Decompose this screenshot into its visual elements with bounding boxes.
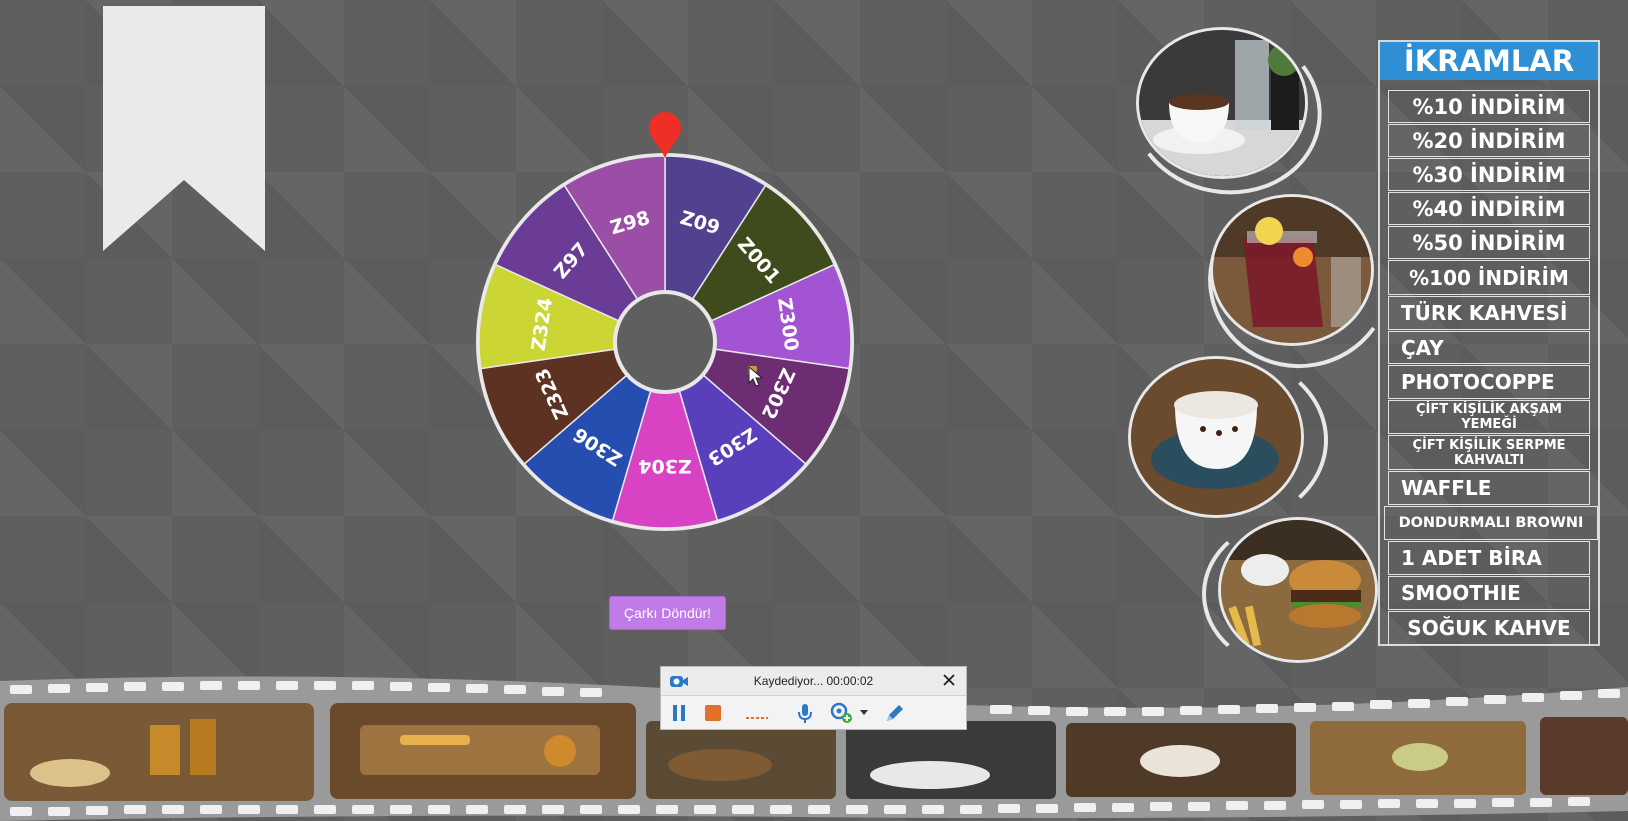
- reward-item: WAFFLE: [1388, 471, 1590, 505]
- reward-item: %40 İNDİRİM: [1388, 192, 1590, 225]
- pencil-icon[interactable]: [883, 701, 907, 725]
- reward-item: 1 ADET BİRA: [1388, 541, 1590, 575]
- reward-item: DONDURMALI BROWNI: [1384, 506, 1598, 540]
- mouse-cursor-icon: [748, 366, 764, 387]
- wheel-hub: [613, 290, 717, 394]
- reward-item: SMOOTHIE: [1388, 576, 1590, 610]
- reward-item: ÇAY: [1388, 331, 1590, 364]
- recorder-toolbar: [661, 696, 966, 730]
- spin-wheel-button[interactable]: Çarkı Döndür!: [609, 596, 726, 630]
- photo-cappuccino: [1128, 356, 1304, 518]
- bookmark-ribbon: [103, 6, 265, 251]
- reward-item: %50 İNDİRİM: [1388, 226, 1590, 259]
- recorder-titlebar: Kaydediyor... 00:00:02: [661, 667, 966, 696]
- stop-icon[interactable]: [703, 701, 723, 725]
- reward-item: SOĞUK KAHVE: [1388, 611, 1590, 645]
- reward-item: PHOTOCOPPE: [1388, 365, 1590, 399]
- reward-item: %20 İNDİRİM: [1388, 124, 1590, 157]
- rewards-panel: İKRAMLAR %10 İNDİRİM %20 İNDİRİM %30 İND…: [1378, 40, 1600, 646]
- recorder-camera-icon: [669, 672, 689, 689]
- reward-item: ÇİFT KİŞİLİK SERPME KAHVALTI: [1388, 435, 1590, 470]
- reward-item: TÜRK KAHVESİ: [1388, 296, 1590, 330]
- recorder-status: Kaydediyor... 00:00:02: [753, 674, 874, 688]
- prize-wheel[interactable]: Z09Z001Z300Z302Z303Z304Z306Z323Z324Z97Z9…: [470, 110, 860, 540]
- chevron-down-icon[interactable]: [859, 701, 869, 725]
- rewards-title: İKRAMLAR: [1380, 42, 1598, 80]
- photo-iced-tea-pitcher: [1210, 194, 1374, 346]
- reward-item: %10 İNDİRİM: [1388, 90, 1590, 123]
- screen-recorder-widget[interactable]: Kaydediyor... 00:00:02: [660, 666, 967, 730]
- microphone-icon[interactable]: [795, 701, 815, 725]
- reward-item: %100 İNDİRİM: [1388, 260, 1590, 295]
- pause-icon[interactable]: [669, 701, 689, 725]
- wheel-pointer: [649, 112, 681, 158]
- recorder-close-icon[interactable]: [940, 671, 958, 689]
- reward-item: ÇİFT KİŞİLİK AKŞAM YEMEĞİ: [1388, 400, 1590, 434]
- audio-level-icon: [745, 701, 769, 725]
- photo-turkish-coffee: [1136, 27, 1308, 179]
- wheel-segment-label: Z304: [638, 455, 691, 477]
- webcam-add-icon[interactable]: [829, 701, 855, 725]
- reward-item: %30 İNDİRİM: [1388, 158, 1590, 191]
- photo-burger: [1218, 517, 1378, 663]
